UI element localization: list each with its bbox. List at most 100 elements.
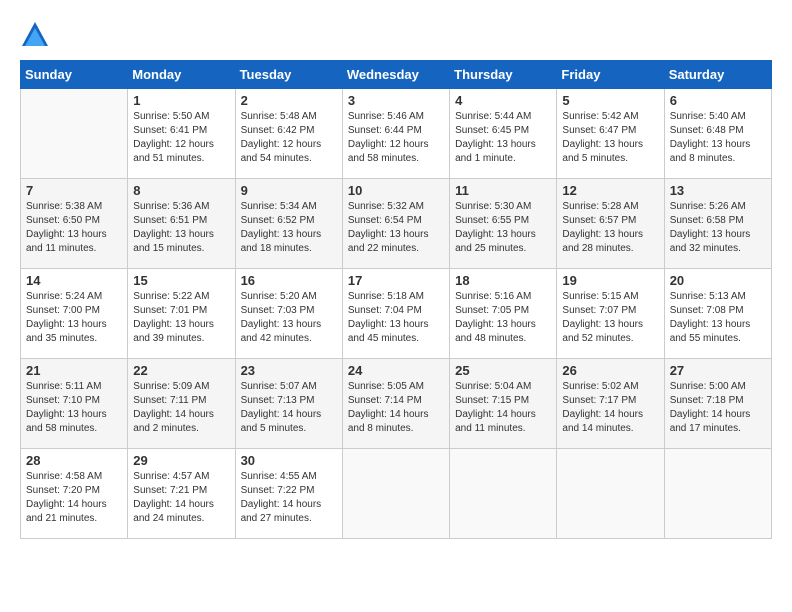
day-info: Sunrise: 5:15 AM Sunset: 7:07 PM Dayligh…	[562, 290, 658, 346]
day-number: 30	[241, 453, 337, 468]
calendar-cell: 26Sunrise: 5:02 AM Sunset: 7:17 PM Dayli…	[557, 359, 664, 449]
calendar-cell: 25Sunrise: 5:04 AM Sunset: 7:15 PM Dayli…	[450, 359, 557, 449]
day-info: Sunrise: 5:50 AM Sunset: 6:41 PM Dayligh…	[133, 110, 229, 166]
day-number: 7	[26, 183, 122, 198]
day-number: 20	[670, 273, 766, 288]
calendar-cell: 4 Sunrise: 5:44 AM Sunset: 6:45 PM Daylig…	[450, 89, 557, 179]
day-info: Sunrise: 5:38 AM Sunset: 6:50 PM Dayligh…	[26, 200, 122, 256]
column-header-monday: Monday	[128, 61, 235, 89]
day-number: 23	[241, 363, 337, 378]
day-number: 1	[133, 93, 229, 108]
day-info: Sunrise: 5:44 AM Sunset: 6:45 PM Dayligh…	[455, 110, 551, 166]
day-number: 5	[562, 93, 658, 108]
calendar-cell: 16 Sunrise: 5:20 AM Sunset: 7:03 PM Dayli…	[235, 269, 342, 359]
day-info: Sunrise: 5:18 AM Sunset: 7:04 PM Dayligh…	[348, 290, 444, 346]
calendar-cell: 20 Sunrise: 5:13 AM Sunset: 7:08 PM Dayli…	[664, 269, 771, 359]
day-number: 2	[241, 93, 337, 108]
calendar-cell: 9 Sunrise: 5:34 AM Sunset: 6:52 PM Daylig…	[235, 179, 342, 269]
calendar-cell: 27Sunrise: 5:00 AM Sunset: 7:18 PM Dayli…	[664, 359, 771, 449]
calendar-cell: 18 Sunrise: 5:16 AM Sunset: 7:05 PM Dayli…	[450, 269, 557, 359]
calendar-cell: 1 Sunrise: 5:50 AM Sunset: 6:41 PM Daylig…	[128, 89, 235, 179]
column-header-thursday: Thursday	[450, 61, 557, 89]
day-number: 3	[348, 93, 444, 108]
day-number: 25	[455, 363, 551, 378]
calendar-cell: 8 Sunrise: 5:36 AM Sunset: 6:51 PM Daylig…	[128, 179, 235, 269]
calendar-cell: 5 Sunrise: 5:42 AM Sunset: 6:47 PM Daylig…	[557, 89, 664, 179]
column-header-saturday: Saturday	[664, 61, 771, 89]
calendar-header-row: SundayMondayTuesdayWednesdayThursdayFrid…	[21, 61, 772, 89]
column-header-tuesday: Tuesday	[235, 61, 342, 89]
day-info: Sunrise: 5:11 AM Sunset: 7:10 PM Dayligh…	[26, 380, 122, 436]
day-info: Sunrise: 5:24 AM Sunset: 7:00 PM Dayligh…	[26, 290, 122, 346]
day-info: Sunrise: 5:32 AM Sunset: 6:54 PM Dayligh…	[348, 200, 444, 256]
column-header-wednesday: Wednesday	[342, 61, 449, 89]
calendar-week-row: 21 Sunrise: 5:11 AM Sunset: 7:10 PM Dayli…	[21, 359, 772, 449]
calendar-cell: 12Sunrise: 5:28 AM Sunset: 6:57 PM Dayli…	[557, 179, 664, 269]
day-number: 19	[562, 273, 658, 288]
column-header-sunday: Sunday	[21, 61, 128, 89]
calendar-week-row: 1 Sunrise: 5:50 AM Sunset: 6:41 PM Daylig…	[21, 89, 772, 179]
calendar-cell: 15 Sunrise: 5:22 AM Sunset: 7:01 PM Dayli…	[128, 269, 235, 359]
calendar-cell: 28 Sunrise: 4:58 AM Sunset: 7:20 PM Dayli…	[21, 449, 128, 539]
logo	[20, 20, 54, 50]
day-number: 6	[670, 93, 766, 108]
day-number: 16	[241, 273, 337, 288]
day-info: Sunrise: 4:58 AM Sunset: 7:20 PM Dayligh…	[26, 470, 122, 526]
day-number: 8	[133, 183, 229, 198]
day-info: Sunrise: 4:57 AM Sunset: 7:21 PM Dayligh…	[133, 470, 229, 526]
day-number: 18	[455, 273, 551, 288]
calendar-cell: 13Sunrise: 5:26 AM Sunset: 6:58 PM Dayli…	[664, 179, 771, 269]
day-number: 17	[348, 273, 444, 288]
calendar-cell: 21 Sunrise: 5:11 AM Sunset: 7:10 PM Dayli…	[21, 359, 128, 449]
calendar-cell: 14 Sunrise: 5:24 AM Sunset: 7:00 PM Dayli…	[21, 269, 128, 359]
calendar-cell: 29Sunrise: 4:57 AM Sunset: 7:21 PM Dayli…	[128, 449, 235, 539]
day-info: Sunrise: 5:07 AM Sunset: 7:13 PM Dayligh…	[241, 380, 337, 436]
calendar-week-row: 14 Sunrise: 5:24 AM Sunset: 7:00 PM Dayli…	[21, 269, 772, 359]
day-info: Sunrise: 5:26 AM Sunset: 6:58 PM Dayligh…	[670, 200, 766, 256]
day-info: Sunrise: 5:46 AM Sunset: 6:44 PM Dayligh…	[348, 110, 444, 166]
day-info: Sunrise: 5:28 AM Sunset: 6:57 PM Dayligh…	[562, 200, 658, 256]
calendar-cell: 10 Sunrise: 5:32 AM Sunset: 6:54 PM Dayli…	[342, 179, 449, 269]
calendar-cell: 19 Sunrise: 5:15 AM Sunset: 7:07 PM Dayli…	[557, 269, 664, 359]
day-info: Sunrise: 5:34 AM Sunset: 6:52 PM Dayligh…	[241, 200, 337, 256]
day-number: 11	[455, 183, 551, 198]
day-info: Sunrise: 5:09 AM Sunset: 7:11 PM Dayligh…	[133, 380, 229, 436]
day-number: 22	[133, 363, 229, 378]
day-info: Sunrise: 5:30 AM Sunset: 6:55 PM Dayligh…	[455, 200, 551, 256]
calendar-cell: 2 Sunrise: 5:48 AM Sunset: 6:42 PM Daylig…	[235, 89, 342, 179]
day-info: Sunrise: 5:13 AM Sunset: 7:08 PM Dayligh…	[670, 290, 766, 346]
day-info: Sunrise: 5:05 AM Sunset: 7:14 PM Dayligh…	[348, 380, 444, 436]
day-info: Sunrise: 5:40 AM Sunset: 6:48 PM Dayligh…	[670, 110, 766, 166]
day-info: Sunrise: 5:36 AM Sunset: 6:51 PM Dayligh…	[133, 200, 229, 256]
day-number: 26	[562, 363, 658, 378]
day-number: 28	[26, 453, 122, 468]
page-header	[20, 20, 772, 50]
day-info: Sunrise: 5:20 AM Sunset: 7:03 PM Dayligh…	[241, 290, 337, 346]
day-number: 4	[455, 93, 551, 108]
day-info: Sunrise: 4:55 AM Sunset: 7:22 PM Dayligh…	[241, 470, 337, 526]
calendar-cell: 7 Sunrise: 5:38 AM Sunset: 6:50 PM Daylig…	[21, 179, 128, 269]
day-number: 15	[133, 273, 229, 288]
calendar-cell	[664, 449, 771, 539]
calendar-cell: 3 Sunrise: 5:46 AM Sunset: 6:44 PM Daylig…	[342, 89, 449, 179]
calendar-cell: 11 Sunrise: 5:30 AM Sunset: 6:55 PM Dayli…	[450, 179, 557, 269]
calendar-cell: 6 Sunrise: 5:40 AM Sunset: 6:48 PM Daylig…	[664, 89, 771, 179]
day-info: Sunrise: 5:42 AM Sunset: 6:47 PM Dayligh…	[562, 110, 658, 166]
calendar-cell	[557, 449, 664, 539]
calendar-cell: 17 Sunrise: 5:18 AM Sunset: 7:04 PM Dayli…	[342, 269, 449, 359]
day-number: 10	[348, 183, 444, 198]
calendar-table: SundayMondayTuesdayWednesdayThursdayFrid…	[20, 60, 772, 539]
day-number: 14	[26, 273, 122, 288]
calendar-cell: 22 Sunrise: 5:09 AM Sunset: 7:11 PM Dayli…	[128, 359, 235, 449]
day-number: 9	[241, 183, 337, 198]
calendar-cell	[450, 449, 557, 539]
logo-icon	[20, 20, 50, 50]
calendar-cell: 23 Sunrise: 5:07 AM Sunset: 7:13 PM Dayli…	[235, 359, 342, 449]
day-number: 27	[670, 363, 766, 378]
day-info: Sunrise: 5:16 AM Sunset: 7:05 PM Dayligh…	[455, 290, 551, 346]
calendar-cell	[21, 89, 128, 179]
column-header-friday: Friday	[557, 61, 664, 89]
day-info: Sunrise: 5:48 AM Sunset: 6:42 PM Dayligh…	[241, 110, 337, 166]
day-info: Sunrise: 5:22 AM Sunset: 7:01 PM Dayligh…	[133, 290, 229, 346]
day-number: 21	[26, 363, 122, 378]
